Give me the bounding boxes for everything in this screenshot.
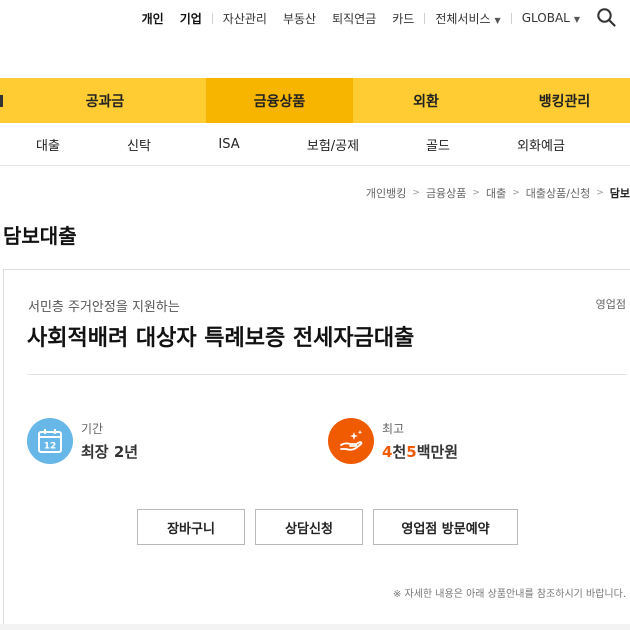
sub-nav-loan[interactable]: 대출 xyxy=(36,135,60,154)
all-services-label: 전체서비스 xyxy=(435,11,491,26)
topbar-asset-link[interactable]: 자산관리 xyxy=(215,10,275,27)
breadcrumb-item[interactable]: 개인뱅킹 xyxy=(366,185,406,201)
max-value-number: 4 xyxy=(382,443,393,461)
product-card: 서민층 주거안정을 지원하는 영업점 사회적배려 대상자 특례보증 전세자금대출… xyxy=(3,269,630,630)
breadcrumb-item[interactable]: 대출상품/신청 xyxy=(526,185,590,201)
calendar-icon: 12 xyxy=(27,418,73,464)
calendar-icon-number: 12 xyxy=(44,442,57,452)
max-value-number: 5 xyxy=(406,443,417,461)
hand-sparkle-icon xyxy=(328,418,374,464)
sub-nav-trust[interactable]: 신탁 xyxy=(127,135,151,154)
sub-nav-foreign-deposit[interactable]: 외화예금 xyxy=(517,135,565,154)
topbar-pension-link[interactable]: 퇴직연금 xyxy=(324,10,384,27)
main-nav-financial-products[interactable]: 금융상품 xyxy=(206,78,353,123)
sub-nav-gold[interactable]: 골드 xyxy=(426,135,450,154)
period-value: 최장 2년 xyxy=(81,443,139,461)
sub-nav-isa[interactable]: ISA xyxy=(218,137,239,152)
chevron-right-icon: > xyxy=(472,188,480,198)
max-label: 최고 xyxy=(382,422,405,436)
max-value: 4천5백만원 xyxy=(382,441,458,462)
channel-badge: 영업점 xyxy=(595,298,626,311)
max-value-unit: 천 xyxy=(392,443,407,461)
max-value-unit: 백만원 xyxy=(416,443,459,461)
main-nav-bills[interactable]: 공과금 xyxy=(4,78,206,123)
topbar-realestate-link[interactable]: 부동산 xyxy=(275,10,324,27)
product-guide-note: ※ 자세한 내용은 아래 상품안내를 참조하시기 바랍니다. xyxy=(392,589,626,600)
main-nav-banking-management[interactable]: 뱅킹관리 xyxy=(499,78,630,123)
topbar-all-services-menu[interactable]: 전체서비스 ▼ xyxy=(427,10,508,27)
consult-request-button[interactable]: 상담신청 xyxy=(255,509,363,545)
main-nav-forex[interactable]: 외환 xyxy=(353,78,499,123)
breadcrumb-current: 담보 xyxy=(609,187,630,200)
caret-down-icon: ▼ xyxy=(494,15,501,25)
topbar-divider xyxy=(510,12,512,24)
breadcrumb: 개인뱅킹 > 금융상품 > 대출 > 대출상품/신청 > 담보 xyxy=(366,185,630,201)
page-title: 담보대출 xyxy=(3,224,77,248)
main-navigation: 공과금 금융상품 외환 뱅킹관리 xyxy=(0,78,630,123)
add-to-cart-button[interactable]: 장바구니 xyxy=(137,509,245,545)
topbar-divider xyxy=(424,12,426,24)
sub-nav-insurance[interactable]: 보험/공제 xyxy=(307,135,359,154)
top-utility-bar: 개인 기업 자산관리 부동산 퇴직연금 카드 전체서비스 ▼ GLOBAL ▼ xyxy=(0,0,630,36)
product-title: 사회적배려 대상자 특례보증 전세자금대출 xyxy=(27,326,415,351)
bottom-strip xyxy=(0,624,630,630)
topbar-corporate-link[interactable]: 기업 xyxy=(172,10,210,27)
search-icon-svg xyxy=(597,8,616,27)
global-label: GLOBAL xyxy=(521,11,570,25)
sub-navigation: 대출 신탁 ISA 보험/공제 골드 외화예금 xyxy=(0,123,630,166)
topbar-personal-link[interactable]: 개인 xyxy=(134,10,172,27)
branch-visit-reservation-button[interactable]: 영업점 방문예약 xyxy=(373,509,518,545)
chevron-right-icon: > xyxy=(596,188,604,198)
breadcrumb-item[interactable]: 금융상품 xyxy=(426,185,466,201)
breadcrumb-item[interactable]: 대출 xyxy=(486,185,506,201)
product-subtitle: 서민층 주거안정을 지원하는 xyxy=(28,300,180,315)
search-icon[interactable] xyxy=(596,7,618,29)
caret-down-icon: ▼ xyxy=(573,15,580,24)
action-buttons: 장바구니 상담신청 영업점 방문예약 xyxy=(137,509,528,545)
topbar-global-menu[interactable]: GLOBAL ▼ xyxy=(514,11,588,25)
feature-period: 12 기간 최장 2년 xyxy=(27,418,138,464)
chevron-right-icon: > xyxy=(512,188,520,198)
feature-max-amount: 최고 4천5백만원 xyxy=(328,418,458,464)
chevron-right-icon: > xyxy=(412,188,420,198)
topbar-divider xyxy=(211,12,213,24)
topbar-card-link[interactable]: 카드 xyxy=(384,10,422,27)
period-label: 기간 xyxy=(81,422,104,436)
card-divider xyxy=(27,374,627,375)
